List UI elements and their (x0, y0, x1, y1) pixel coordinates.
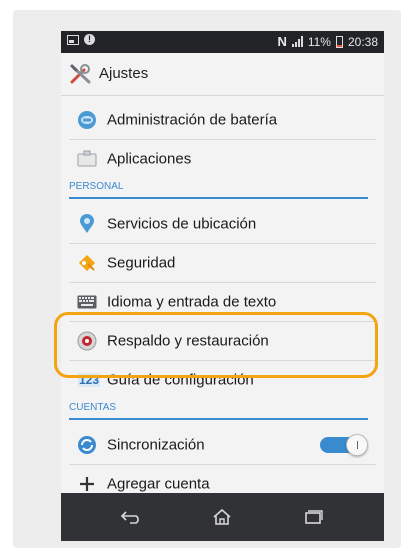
applications-icon (77, 149, 97, 169)
add-icon (77, 474, 97, 494)
settings-item-sync[interactable]: Sincronización (61, 426, 384, 464)
settings-item-label: Servicios de ubicación (107, 215, 257, 233)
battery-management-icon (77, 110, 97, 130)
info-notification-icon: ! (84, 34, 95, 45)
location-icon (77, 214, 97, 234)
settings-item-battery[interactable]: Administración de batería (61, 101, 384, 139)
settings-item-applications[interactable]: Aplicaciones (61, 140, 384, 178)
keyboard-icon (77, 292, 97, 312)
phone-screen: ! N 11% 20:38 Ajustes Administración de … (61, 31, 384, 541)
recent-apps-icon[interactable] (283, 493, 343, 541)
security-key-icon (77, 253, 97, 273)
status-time: 20:38 (347, 34, 378, 49)
section-label: PERSONAL (69, 181, 124, 192)
settings-item-label: Idioma y entrada de texto (107, 293, 277, 311)
nfc-icon: N (277, 34, 287, 49)
settings-item-security[interactable]: Seguridad (61, 244, 384, 282)
section-header-personal: PERSONAL (69, 181, 368, 199)
page-title: Ajustes (99, 65, 149, 82)
navigation-bar (61, 493, 384, 541)
tools-icon[interactable] (69, 63, 95, 85)
highlight-box (54, 312, 378, 378)
settings-item-label: Agregar cuenta (107, 475, 210, 493)
toggle-knob (346, 434, 368, 456)
settings-item-label: Sincronización (107, 436, 205, 454)
battery-icon (335, 35, 343, 48)
app-bar: Ajustes (61, 53, 384, 96)
sync-icon (77, 435, 97, 455)
settings-item-label: Seguridad (107, 254, 176, 272)
sync-toggle[interactable] (320, 434, 368, 456)
back-icon[interactable] (101, 493, 161, 541)
battery-percent: 11% (307, 34, 331, 49)
status-bar: ! N 11% 20:38 (61, 31, 384, 53)
settings-item-label: Aplicaciones (107, 150, 192, 168)
settings-item-label: Administración de batería (107, 111, 278, 129)
home-icon[interactable] (192, 493, 252, 541)
settings-item-location[interactable]: Servicios de ubicación (61, 205, 384, 243)
signal-icon (291, 36, 303, 47)
section-label: CUENTAS (69, 402, 117, 413)
screenshot-notification-icon (67, 34, 79, 45)
section-header-cuentas: CUENTAS (69, 402, 368, 420)
